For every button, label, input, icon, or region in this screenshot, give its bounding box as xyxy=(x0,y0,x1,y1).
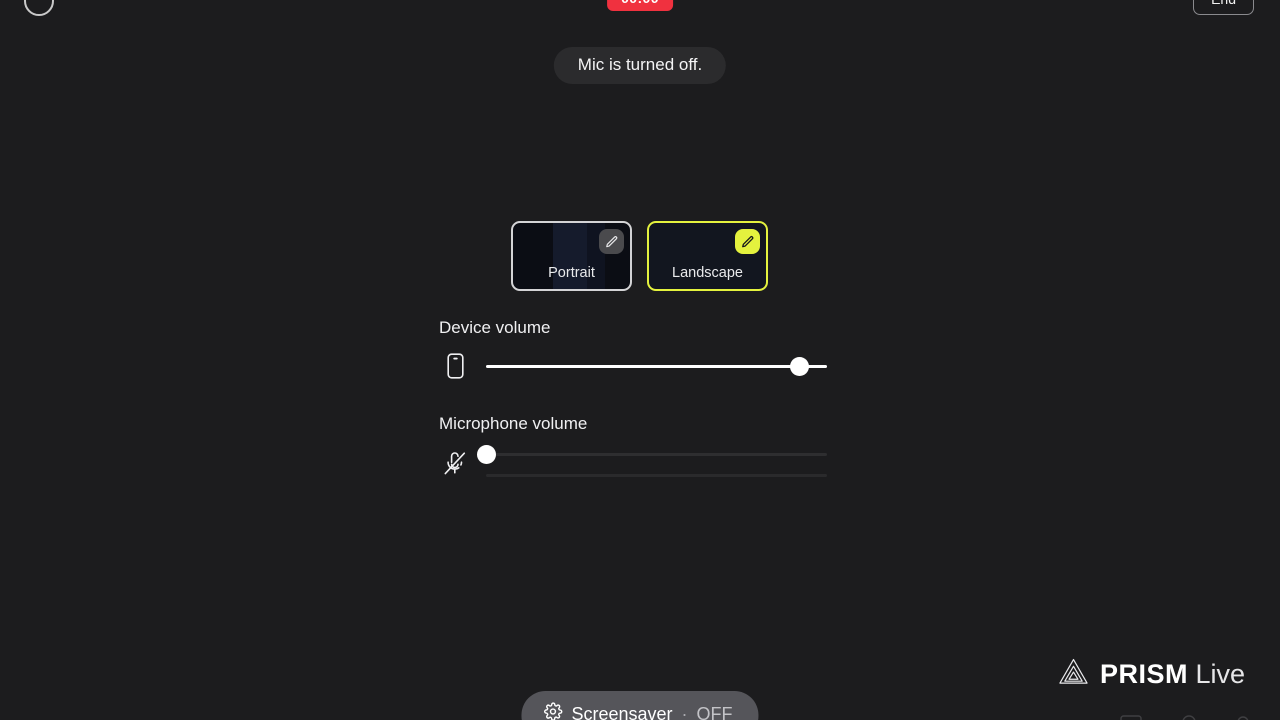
prism-live-logo: PRISM Live xyxy=(1058,657,1245,691)
mic-muted-icon xyxy=(441,449,469,479)
orientation-option-label: Portrait xyxy=(548,264,595,281)
bottom-toolbar-icon[interactable] xyxy=(1176,710,1202,720)
phone-icon xyxy=(443,352,467,380)
microphone-volume-slider[interactable] xyxy=(476,444,827,464)
pencil-icon[interactable] xyxy=(735,229,760,254)
end-button[interactable]: End xyxy=(1193,0,1254,15)
device-volume-slider[interactable] xyxy=(486,356,827,376)
prism-wordmark-bold: PRISM xyxy=(1099,658,1188,689)
microphone-volume-title: Microphone volume xyxy=(439,414,588,433)
slider-thumb[interactable] xyxy=(790,357,810,376)
mic-status-toast: Mic is turned off. xyxy=(553,47,727,84)
screensaver-toggle[interactable]: Screensaver · OFF xyxy=(521,691,759,720)
orientation-option-portrait[interactable]: Portrait xyxy=(511,221,632,291)
bottom-toolbar-icon[interactable] xyxy=(1119,710,1145,720)
microphone-level-meter xyxy=(486,474,827,477)
prism-wordmark-light: Live xyxy=(1187,658,1245,689)
screensaver-label: Screensaver xyxy=(571,704,673,720)
pencil-icon[interactable] xyxy=(599,229,624,254)
app-screen: 00:00 End Mic is turned off. Portrait La… xyxy=(0,0,1280,720)
device-volume-title: Device volume xyxy=(439,318,551,337)
screensaver-state: OFF xyxy=(696,704,733,720)
orientation-option-landscape[interactable]: Landscape xyxy=(647,221,768,291)
screensaver-separator: · xyxy=(681,704,688,720)
orientation-selector: Portrait Landscape xyxy=(511,221,768,291)
record-timer-badge: 00:00 xyxy=(607,0,673,11)
circle-icon[interactable] xyxy=(24,0,54,16)
prism-wordmark: PRISM Live xyxy=(1099,658,1245,689)
slider-track xyxy=(486,453,827,456)
bottom-toolbar-icon[interactable] xyxy=(1230,710,1256,720)
slider-thumb[interactable] xyxy=(476,445,496,464)
slider-track xyxy=(486,365,827,368)
gear-icon xyxy=(543,702,563,720)
prism-triangle-icon xyxy=(1058,657,1089,691)
orientation-option-label: Landscape xyxy=(672,264,743,281)
